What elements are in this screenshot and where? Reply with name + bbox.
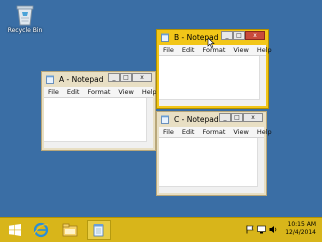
menu-help[interactable]: Help	[257, 46, 272, 54]
clock-date: 12/4/2014	[285, 229, 316, 236]
minimize-button[interactable]: _	[219, 113, 231, 122]
text-area[interactable]	[159, 55, 266, 106]
notepad-icon	[93, 224, 104, 237]
recycle-bin[interactable]: Recycle Bin	[2, 4, 48, 34]
window-title: A - Notepad	[59, 75, 104, 84]
menu-file[interactable]: File	[48, 88, 59, 96]
taskbar-file-explorer[interactable]	[58, 220, 82, 240]
menu-view[interactable]: View	[118, 88, 133, 96]
close-button[interactable]: x	[132, 73, 152, 82]
notepad-icon	[161, 115, 169, 124]
title-bar[interactable]: A - Notepad _ □ x	[42, 72, 155, 87]
close-button[interactable]: x	[243, 113, 263, 122]
menu-view[interactable]: View	[233, 128, 248, 136]
clock[interactable]: 10:15 AM 12/4/2014	[285, 221, 316, 237]
menu-edit[interactable]: Edit	[67, 88, 80, 96]
text-area[interactable]	[44, 97, 153, 148]
horizontal-scrollbar[interactable]	[159, 186, 258, 193]
maximize-button[interactable]: □	[120, 73, 132, 82]
menu-bar: File Edit Format View Help	[159, 127, 272, 137]
menu-file[interactable]: File	[163, 46, 174, 54]
menu-help[interactable]: Help	[142, 88, 157, 96]
menu-edit[interactable]: Edit	[182, 128, 195, 136]
menu-file[interactable]: File	[163, 128, 174, 136]
flag-icon[interactable]	[246, 225, 254, 234]
menu-format[interactable]: Format	[202, 128, 225, 136]
file-explorer-icon	[62, 223, 78, 237]
maximize-button[interactable]: □	[233, 31, 245, 40]
notepad-icon	[161, 33, 169, 42]
taskbar-internet-explorer[interactable]	[29, 220, 53, 240]
title-bar[interactable]: C - Notepad _ □ x	[157, 112, 266, 127]
menu-view[interactable]: View	[233, 46, 248, 54]
text-area[interactable]	[159, 137, 264, 193]
taskbar-notepad[interactable]	[87, 220, 111, 240]
menu-edit[interactable]: Edit	[182, 46, 195, 54]
maximize-button[interactable]: □	[231, 113, 243, 122]
volume-icon[interactable]	[269, 225, 278, 234]
menu-bar: File Edit Format View Help	[44, 87, 157, 97]
menu-help[interactable]: Help	[257, 128, 272, 136]
horizontal-scrollbar[interactable]	[44, 141, 147, 148]
menu-format[interactable]: Format	[87, 88, 110, 96]
vertical-scrollbar[interactable]	[257, 138, 264, 187]
start-button[interactable]	[3, 220, 27, 240]
scrollbar-corner	[260, 100, 266, 106]
scrollbar-corner	[147, 142, 153, 148]
start-icon	[9, 224, 21, 236]
internet-explorer-icon	[33, 222, 49, 238]
mouse-cursor-icon	[207, 38, 215, 48]
network-icon[interactable]	[257, 225, 266, 234]
vertical-scrollbar[interactable]	[259, 56, 266, 100]
desktop: Recycle Bin A - Notepad _ □ x File Edit …	[0, 0, 322, 242]
recycle-bin-icon	[15, 4, 35, 26]
vertical-scrollbar[interactable]	[146, 98, 153, 142]
scrollbar-corner	[258, 187, 264, 193]
window-title: C - Notepad	[174, 115, 219, 124]
recycle-bin-label: Recycle Bin	[7, 27, 43, 34]
notepad-window-c[interactable]: C - Notepad _ □ x File Edit Format View …	[156, 111, 272, 196]
minimize-button[interactable]: _	[221, 31, 233, 40]
clock-time: 10:15 AM	[287, 221, 316, 228]
close-button[interactable]: x	[245, 31, 265, 40]
horizontal-scrollbar[interactable]	[159, 99, 260, 106]
notepad-window-a[interactable]: A - Notepad _ □ x File Edit Format View …	[41, 71, 157, 151]
minimize-button[interactable]: _	[108, 73, 120, 82]
taskbar: 10:15 AM 12/4/2014	[0, 217, 322, 242]
notepad-icon	[46, 75, 54, 84]
